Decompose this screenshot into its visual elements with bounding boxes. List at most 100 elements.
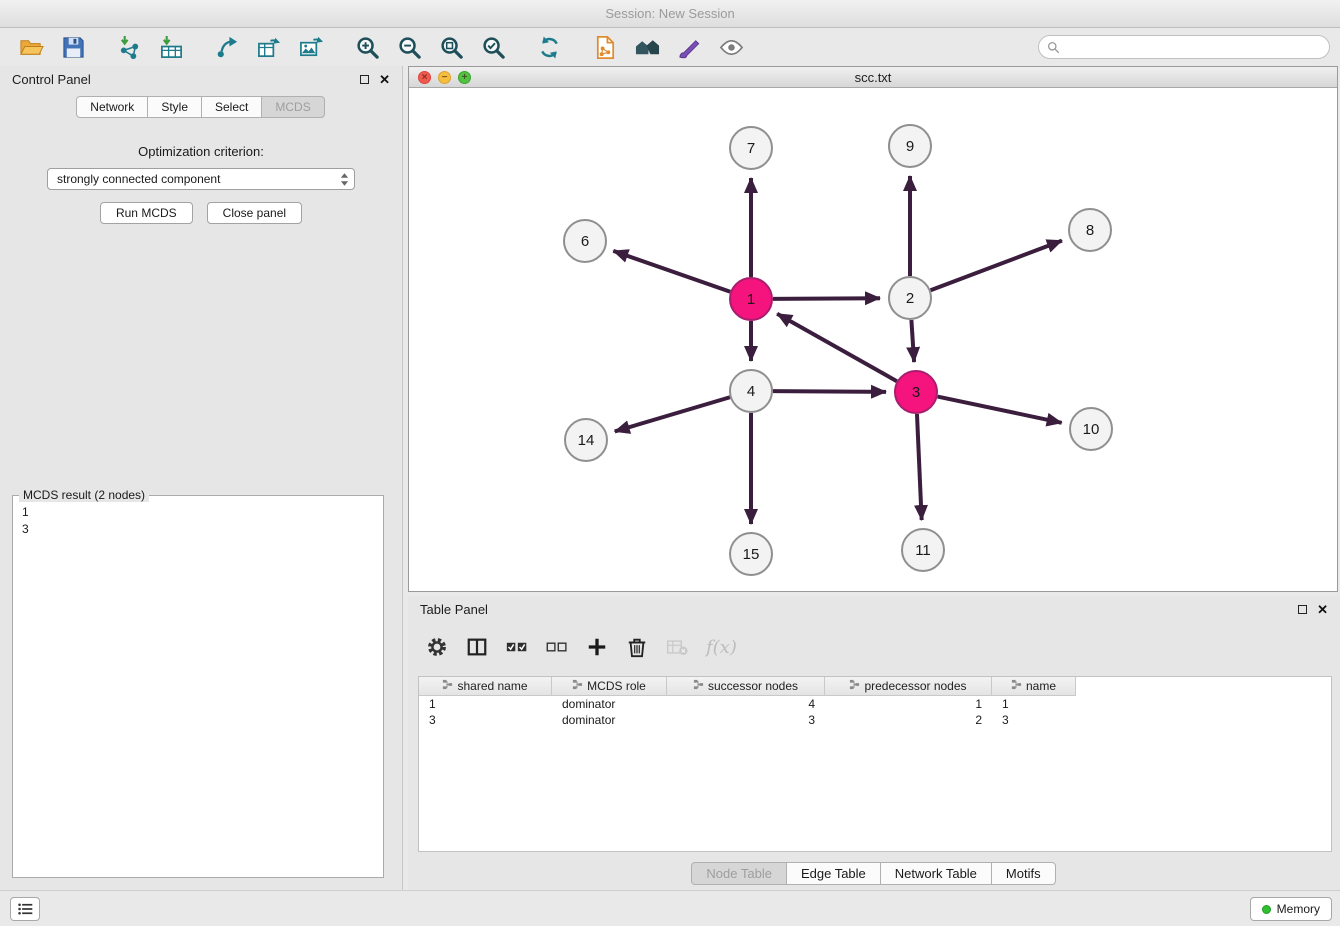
tab-style[interactable]: Style [147,96,202,118]
delete-table-icon[interactable] [666,634,688,660]
node-6[interactable]: 6 [564,220,606,262]
tab-select[interactable]: Select [201,96,262,118]
optimization-criterion-select[interactable]: strongly connected component [47,168,355,190]
float-table-panel-icon[interactable] [1298,605,1307,614]
zoom-in-icon[interactable] [351,31,383,63]
style-brush-icon[interactable] [673,31,705,63]
node-label: 1 [747,291,755,308]
edge-1-2[interactable] [773,298,880,299]
toolbar-icon-strip [10,31,752,63]
close-table-panel-icon[interactable]: ✕ [1317,603,1328,616]
column-header-name[interactable]: name [992,677,1076,696]
node-label: 7 [747,140,755,157]
node-table: shared nameMCDS rolesuccessor nodesprede… [418,676,1332,852]
unselect-all-icon[interactable] [546,634,568,660]
edge-2-8[interactable] [931,241,1062,291]
node-8[interactable]: 8 [1069,209,1111,251]
delete-column-icon[interactable] [626,634,648,660]
table-cell: 1 [992,697,1076,711]
close-panel-button[interactable]: Close panel [207,202,302,224]
edge-2-3[interactable] [911,320,914,362]
table-header-row: shared nameMCDS rolesuccessor nodesprede… [419,677,1331,696]
import-table-icon[interactable] [155,31,187,63]
memory-button[interactable]: Memory [1250,897,1332,921]
tab-network[interactable]: Network [76,96,148,118]
edge-3-10[interactable] [938,397,1062,423]
node-7[interactable]: 7 [730,127,772,169]
add-column-icon[interactable] [586,634,608,660]
table-panel-title: Table Panel [420,602,488,617]
minimize-window-button[interactable]: − [438,71,451,84]
node-11[interactable]: 11 [902,529,944,571]
node-label: 10 [1083,421,1100,438]
search-input[interactable] [1065,40,1321,54]
node-1[interactable]: 1 [730,278,772,320]
node-4[interactable]: 4 [730,370,772,412]
export-image-icon[interactable] [295,31,327,63]
function-builder-icon[interactable]: f(x) [706,634,737,660]
edge-4-14[interactable] [615,397,730,431]
close-window-button[interactable]: × [418,71,431,84]
save-session-icon[interactable] [57,31,89,63]
zoom-fit-icon[interactable] [435,31,467,63]
node-10[interactable]: 10 [1070,408,1112,450]
node-14[interactable]: 14 [565,419,607,461]
column-tree-icon [693,679,704,693]
select-all-icon[interactable] [506,634,528,660]
gear-icon[interactable] [426,634,448,660]
home-icon[interactable] [631,31,663,63]
export-table-icon[interactable] [253,31,285,63]
window-titlebar: Session: New Session [0,0,1340,28]
float-panel-icon[interactable] [360,75,369,84]
run-mcds-button[interactable]: Run MCDS [100,202,193,224]
table-body: 1dominator4113dominator323 [419,696,1331,728]
table-row[interactable]: 3dominator323 [419,712,1331,728]
network-document-icon[interactable] [589,31,621,63]
column-header-predecessor-nodes[interactable]: predecessor nodes [825,677,992,696]
import-network-icon[interactable] [113,31,145,63]
node-15[interactable]: 15 [730,533,772,575]
column-header-shared-name[interactable]: shared name [419,677,552,696]
column-header-mcds-role[interactable]: MCDS role [552,677,667,696]
tab-network-table[interactable]: Network Table [880,862,992,885]
task-history-button[interactable] [10,897,40,921]
tab-edge-table[interactable]: Edge Table [786,862,881,885]
tab-node-table[interactable]: Node Table [691,862,787,885]
tab-motifs[interactable]: Motifs [991,862,1056,885]
column-header-successor-nodes[interactable]: successor nodes [667,677,825,696]
show-hide-icon[interactable] [715,31,747,63]
node-label: 6 [581,233,589,250]
zoom-out-icon[interactable] [393,31,425,63]
table-cell: dominator [552,697,667,711]
table-panel: Table Panel ✕ f(x) shared nameMCDS roles… [408,596,1340,890]
edge-3-1[interactable] [777,314,897,381]
table-row[interactable]: 1dominator411 [419,696,1331,712]
refresh-icon[interactable] [533,31,565,63]
open-folder-icon[interactable] [15,31,47,63]
table-cell: dominator [552,713,667,727]
search-box[interactable] [1038,35,1330,59]
application-window: Session: New Session Control Panel ✕ Net… [0,0,1340,926]
control-panel-title: Control Panel [12,72,91,87]
tab-mcds[interactable]: MCDS [261,96,324,118]
mcds-result-box: MCDS result (2 nodes) 13 [12,495,384,878]
mcds-result-line: 3 [22,521,383,538]
node-3[interactable]: 3 [895,371,937,413]
edge-1-6[interactable] [613,251,730,292]
columns-icon[interactable] [466,634,488,660]
zoom-selected-icon[interactable] [477,31,509,63]
table-cell: 1 [825,697,992,711]
edge-4-3[interactable] [773,391,886,392]
network-canvas[interactable]: 7 9 6 8 1 2 4 3 14 10 15 11 [409,89,1337,591]
export-network-icon[interactable] [211,31,243,63]
node-label: 8 [1086,222,1094,239]
node-9[interactable]: 9 [889,125,931,167]
column-header-label: name [1026,679,1056,693]
control-panel-tabs: NetworkStyleSelectMCDS [0,96,402,118]
close-panel-icon[interactable]: ✕ [379,73,390,86]
network-window-title: scc.txt [855,70,892,85]
edge-3-11[interactable] [917,414,922,520]
zoom-window-button[interactable]: + [458,71,471,84]
node-2[interactable]: 2 [889,277,931,319]
node-label: 14 [578,432,595,449]
